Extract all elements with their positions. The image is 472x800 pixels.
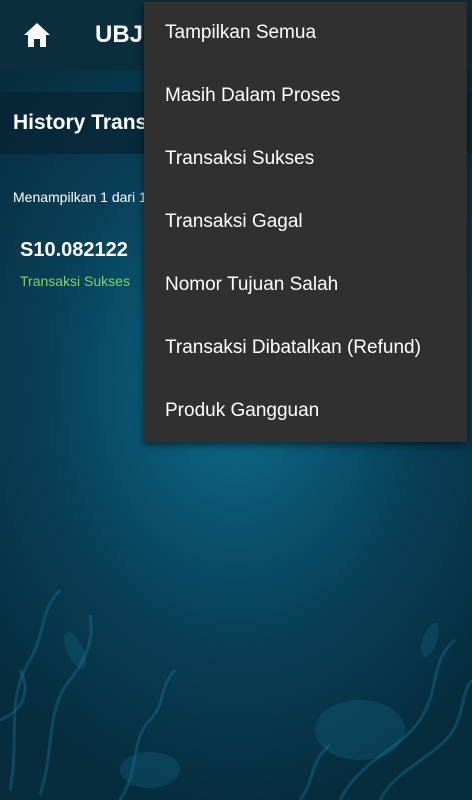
home-icon	[24, 23, 50, 47]
menu-item-success[interactable]: Transaksi Sukses	[144, 127, 467, 190]
background-decoration	[0, 588, 472, 800]
transaction-status: Transaksi Sukses	[20, 273, 130, 289]
home-button[interactable]	[18, 16, 56, 54]
menu-item-failed[interactable]: Transaksi Gagal	[144, 190, 467, 253]
app-title: UBJ	[95, 21, 144, 48]
menu-item-show-all[interactable]: Tampilkan Semua	[144, 2, 467, 64]
transaction-id: S10.082122	[20, 239, 128, 261]
menu-item-wrong-number[interactable]: Nomor Tujuan Salah	[144, 253, 467, 316]
filter-dropdown-menu: Tampilkan Semua Masih Dalam Proses Trans…	[144, 2, 467, 442]
menu-item-in-process[interactable]: Masih Dalam Proses	[144, 64, 467, 127]
menu-item-refund[interactable]: Transaksi Dibatalkan (Refund)	[144, 316, 467, 379]
menu-item-product-issue[interactable]: Produk Gangguan	[144, 379, 467, 442]
